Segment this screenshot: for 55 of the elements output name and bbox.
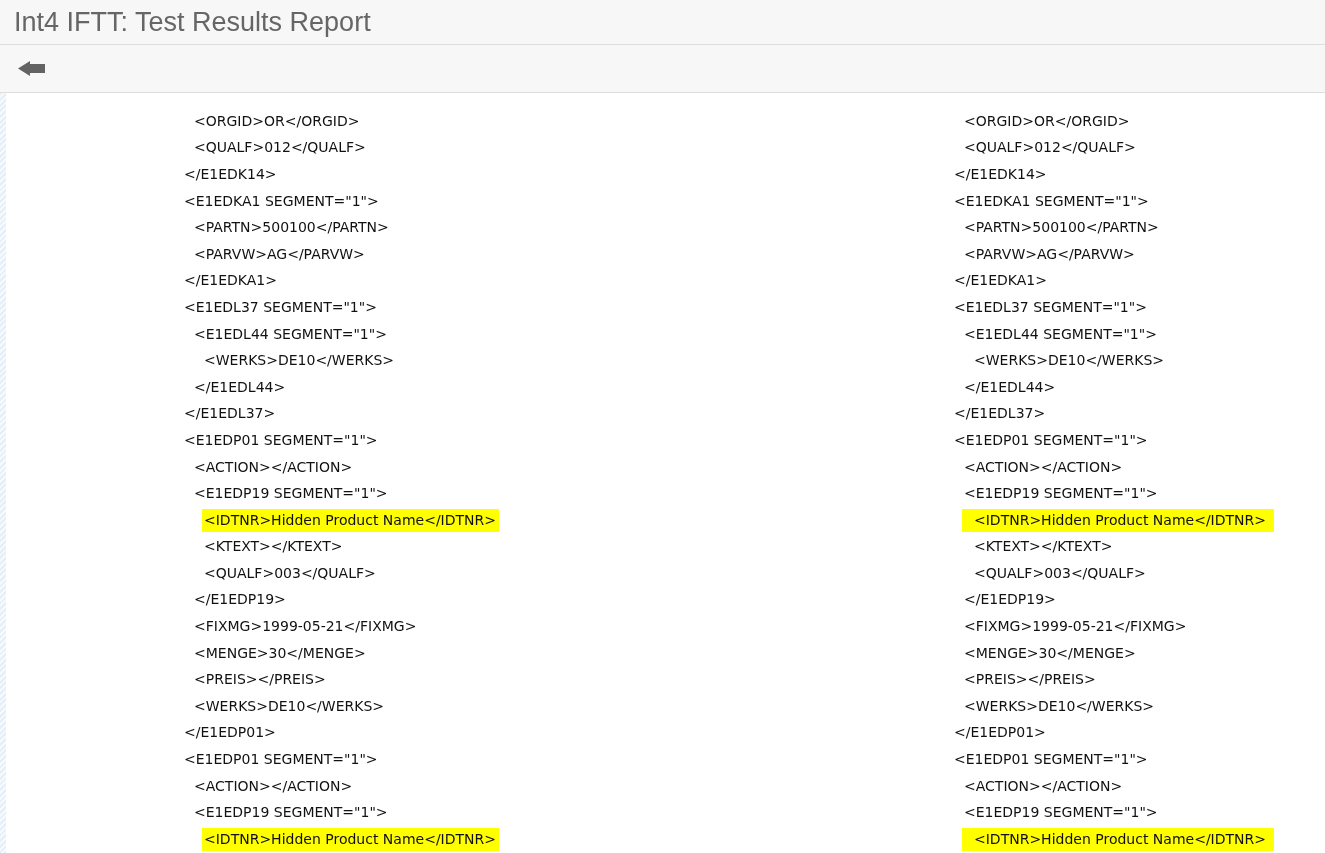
code-line: <E1EDKA1 SEGMENT="1">	[954, 191, 1149, 211]
code-line: <WERKS>DE10</WERKS>	[974, 351, 1165, 371]
code-line: <WERKS>DE10</WERKS>	[204, 351, 395, 371]
code-line: <E1EDKA1 SEGMENT="1">	[184, 191, 379, 211]
code-line: <E1EDP01 SEGMENT="1">	[184, 750, 378, 770]
code-line: <PARVW>AG</PARVW>	[194, 244, 365, 264]
code-line: <ACTION></ACTION>	[964, 776, 1123, 796]
code-line: </E1EDL37>	[184, 404, 276, 424]
back-button[interactable]	[18, 61, 45, 76]
code-line: <E1EDP19 SEGMENT="1">	[964, 484, 1158, 504]
code-line: <ACTION></ACTION>	[194, 776, 353, 796]
code-line: <PARTN>500100</PARTN>	[964, 218, 1159, 238]
code-line: <QUALF>012</QUALF>	[964, 138, 1136, 158]
code-line: <E1EDL44 SEGMENT="1">	[964, 324, 1157, 344]
page-title: Int4 IFTT: Test Results Report	[14, 6, 371, 38]
code-line: <E1EDP01 SEGMENT="1">	[954, 430, 1148, 450]
code-line: <ACTION></ACTION>	[964, 457, 1123, 477]
code-line: <E1EDL37 SEGMENT="1">	[954, 297, 1147, 317]
code-line: <FIXMG>1999-05-21</FIXMG>	[964, 617, 1187, 637]
left-arrow-icon	[18, 61, 45, 76]
code-line: <E1EDP19 SEGMENT="1">	[194, 484, 388, 504]
code-line: <WERKS>DE10</WERKS>	[194, 696, 385, 716]
code-line: </E1EDP19>	[194, 590, 286, 610]
code-line: </E1EDL37>	[954, 404, 1046, 424]
code-line: <PARTN>500100</PARTN>	[194, 218, 389, 238]
code-line: <FIXMG>1999-05-21</FIXMG>	[194, 617, 417, 637]
code-line: <MENGE>30</MENGE>	[964, 643, 1136, 663]
code-line: </E1EDP01>	[954, 723, 1046, 743]
code-line: <KTEXT></KTEXT>	[974, 537, 1113, 557]
code-line: </E1EDK14>	[954, 165, 1047, 184]
code-line: <PREIS></PREIS>	[194, 670, 326, 690]
code-line: </E1EDL44>	[964, 377, 1056, 397]
code-line: <PREIS></PREIS>	[964, 670, 1096, 690]
code-line: <E1EDL44 SEGMENT="1">	[194, 324, 387, 344]
code-line: <MENGE>30</MENGE>	[194, 643, 366, 663]
code-line: <ORGID>OR</ORGID>	[964, 111, 1130, 131]
code-line: </E1EDKA1>	[184, 271, 277, 291]
code-line: <PARVW>AG</PARVW>	[964, 244, 1135, 264]
code-line: <E1EDP01 SEGMENT="1">	[184, 430, 378, 450]
code-line: </E1EDP19>	[964, 590, 1056, 610]
code-line: </E1EDK14>	[184, 165, 277, 184]
code-line: <E1EDP19 SEGMENT="1">	[964, 803, 1158, 823]
code-line: <ORGID>OR</ORGID>	[194, 111, 360, 131]
code-line: </E1EDKA1>	[954, 271, 1047, 291]
code-line: <QUALF>003</QUALF>	[204, 563, 376, 583]
code-line: <KTEXT></KTEXT>	[204, 537, 343, 557]
code-line: <WERKS>DE10</WERKS>	[964, 696, 1155, 716]
code-line: <QUALF>012</QUALF>	[194, 138, 366, 158]
code-line: <E1EDP01 SEGMENT="1">	[954, 750, 1148, 770]
code-line: <E1EDP19 SEGMENT="1">	[194, 803, 388, 823]
code-line: </E1EDP01>	[184, 723, 276, 743]
code-line: </E1EDL44>	[194, 377, 286, 397]
code-line: <QUALF>003</QUALF>	[974, 563, 1146, 583]
code-line: <E1EDL37 SEGMENT="1">	[184, 297, 377, 317]
code-line: <ACTION></ACTION>	[194, 457, 353, 477]
